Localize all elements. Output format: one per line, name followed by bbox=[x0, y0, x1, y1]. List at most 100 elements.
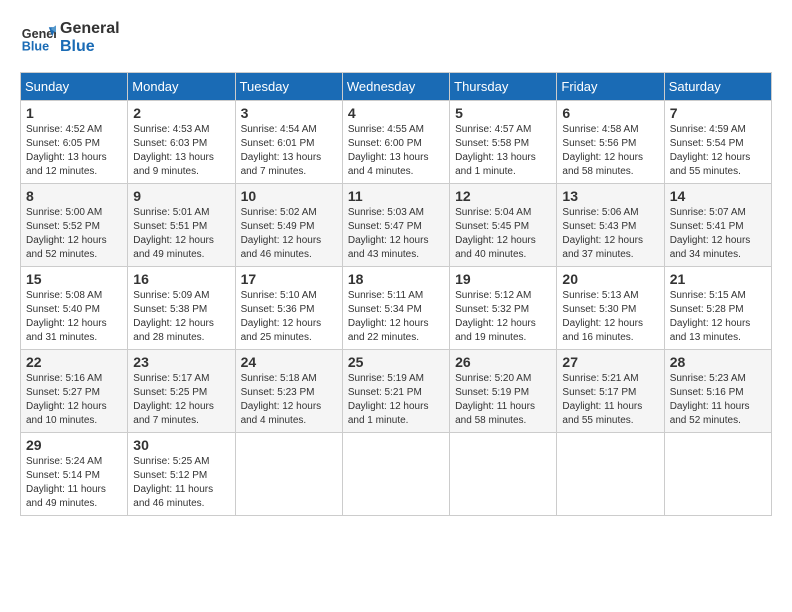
day-cell: 23 Sunrise: 5:17 AM Sunset: 5:25 PM Dayl… bbox=[128, 350, 235, 433]
day-number: 13 bbox=[562, 188, 658, 204]
day-number: 6 bbox=[562, 105, 658, 121]
day-cell bbox=[450, 433, 557, 516]
day-info: Sunrise: 5:06 AM Sunset: 5:43 PM Dayligh… bbox=[562, 206, 658, 262]
day-info: Sunrise: 5:03 AM Sunset: 5:47 PM Dayligh… bbox=[348, 206, 444, 262]
day-cell: 24 Sunrise: 5:18 AM Sunset: 5:23 PM Dayl… bbox=[235, 350, 342, 433]
day-cell: 25 Sunrise: 5:19 AM Sunset: 5:21 PM Dayl… bbox=[342, 350, 449, 433]
day-cell bbox=[342, 433, 449, 516]
day-cell: 7 Sunrise: 4:59 AM Sunset: 5:54 PM Dayli… bbox=[664, 101, 771, 184]
logo-icon: General Blue bbox=[20, 20, 56, 56]
day-info: Sunrise: 5:10 AM Sunset: 5:36 PM Dayligh… bbox=[241, 289, 337, 345]
day-info: Sunrise: 4:59 AM Sunset: 5:54 PM Dayligh… bbox=[670, 123, 766, 179]
week-row-4: 22 Sunrise: 5:16 AM Sunset: 5:27 PM Dayl… bbox=[21, 350, 772, 433]
day-number: 15 bbox=[26, 271, 122, 287]
day-cell: 8 Sunrise: 5:00 AM Sunset: 5:52 PM Dayli… bbox=[21, 184, 128, 267]
day-cell: 18 Sunrise: 5:11 AM Sunset: 5:34 PM Dayl… bbox=[342, 267, 449, 350]
day-info: Sunrise: 5:17 AM Sunset: 5:25 PM Dayligh… bbox=[133, 372, 229, 428]
day-cell: 20 Sunrise: 5:13 AM Sunset: 5:30 PM Dayl… bbox=[557, 267, 664, 350]
day-info: Sunrise: 5:07 AM Sunset: 5:41 PM Dayligh… bbox=[670, 206, 766, 262]
day-info: Sunrise: 5:24 AM Sunset: 5:14 PM Dayligh… bbox=[26, 455, 122, 511]
day-number: 23 bbox=[133, 354, 229, 370]
day-number: 1 bbox=[26, 105, 122, 121]
weekday-header-thursday: Thursday bbox=[450, 73, 557, 101]
day-number: 18 bbox=[348, 271, 444, 287]
day-info: Sunrise: 5:08 AM Sunset: 5:40 PM Dayligh… bbox=[26, 289, 122, 345]
day-cell: 10 Sunrise: 5:02 AM Sunset: 5:49 PM Dayl… bbox=[235, 184, 342, 267]
day-info: Sunrise: 5:19 AM Sunset: 5:21 PM Dayligh… bbox=[348, 372, 444, 428]
weekday-header-tuesday: Tuesday bbox=[235, 73, 342, 101]
day-cell: 19 Sunrise: 5:12 AM Sunset: 5:32 PM Dayl… bbox=[450, 267, 557, 350]
day-number: 19 bbox=[455, 271, 551, 287]
day-number: 17 bbox=[241, 271, 337, 287]
weekday-header-friday: Friday bbox=[557, 73, 664, 101]
day-number: 5 bbox=[455, 105, 551, 121]
day-info: Sunrise: 5:20 AM Sunset: 5:19 PM Dayligh… bbox=[455, 372, 551, 428]
day-cell: 9 Sunrise: 5:01 AM Sunset: 5:51 PM Dayli… bbox=[128, 184, 235, 267]
day-cell: 14 Sunrise: 5:07 AM Sunset: 5:41 PM Dayl… bbox=[664, 184, 771, 267]
day-cell: 26 Sunrise: 5:20 AM Sunset: 5:19 PM Dayl… bbox=[450, 350, 557, 433]
day-info: Sunrise: 4:53 AM Sunset: 6:03 PM Dayligh… bbox=[133, 123, 229, 179]
day-cell: 22 Sunrise: 5:16 AM Sunset: 5:27 PM Dayl… bbox=[21, 350, 128, 433]
day-cell: 17 Sunrise: 5:10 AM Sunset: 5:36 PM Dayl… bbox=[235, 267, 342, 350]
day-info: Sunrise: 5:23 AM Sunset: 5:16 PM Dayligh… bbox=[670, 372, 766, 428]
weekday-header-row: SundayMondayTuesdayWednesdayThursdayFrid… bbox=[21, 73, 772, 101]
logo: General Blue General Blue bbox=[20, 20, 120, 56]
day-info: Sunrise: 4:58 AM Sunset: 5:56 PM Dayligh… bbox=[562, 123, 658, 179]
day-info: Sunrise: 5:02 AM Sunset: 5:49 PM Dayligh… bbox=[241, 206, 337, 262]
week-row-3: 15 Sunrise: 5:08 AM Sunset: 5:40 PM Dayl… bbox=[21, 267, 772, 350]
weekday-header-saturday: Saturday bbox=[664, 73, 771, 101]
day-number: 14 bbox=[670, 188, 766, 204]
day-number: 25 bbox=[348, 354, 444, 370]
day-number: 2 bbox=[133, 105, 229, 121]
day-info: Sunrise: 5:16 AM Sunset: 5:27 PM Dayligh… bbox=[26, 372, 122, 428]
day-info: Sunrise: 5:12 AM Sunset: 5:32 PM Dayligh… bbox=[455, 289, 551, 345]
day-info: Sunrise: 4:57 AM Sunset: 5:58 PM Dayligh… bbox=[455, 123, 551, 179]
day-number: 12 bbox=[455, 188, 551, 204]
day-cell: 27 Sunrise: 5:21 AM Sunset: 5:17 PM Dayl… bbox=[557, 350, 664, 433]
day-number: 3 bbox=[241, 105, 337, 121]
logo-general: General bbox=[60, 20, 120, 38]
day-number: 22 bbox=[26, 354, 122, 370]
logo-blue: Blue bbox=[60, 38, 120, 56]
day-cell: 21 Sunrise: 5:15 AM Sunset: 5:28 PM Dayl… bbox=[664, 267, 771, 350]
day-cell: 16 Sunrise: 5:09 AM Sunset: 5:38 PM Dayl… bbox=[128, 267, 235, 350]
day-cell: 11 Sunrise: 5:03 AM Sunset: 5:47 PM Dayl… bbox=[342, 184, 449, 267]
day-cell bbox=[664, 433, 771, 516]
day-info: Sunrise: 5:01 AM Sunset: 5:51 PM Dayligh… bbox=[133, 206, 229, 262]
day-cell bbox=[557, 433, 664, 516]
day-cell: 2 Sunrise: 4:53 AM Sunset: 6:03 PM Dayli… bbox=[128, 101, 235, 184]
day-cell: 29 Sunrise: 5:24 AM Sunset: 5:14 PM Dayl… bbox=[21, 433, 128, 516]
day-number: 24 bbox=[241, 354, 337, 370]
day-number: 4 bbox=[348, 105, 444, 121]
weekday-header-sunday: Sunday bbox=[21, 73, 128, 101]
day-info: Sunrise: 5:25 AM Sunset: 5:12 PM Dayligh… bbox=[133, 455, 229, 511]
svg-text:Blue: Blue bbox=[22, 40, 49, 54]
day-info: Sunrise: 5:04 AM Sunset: 5:45 PM Dayligh… bbox=[455, 206, 551, 262]
day-number: 28 bbox=[670, 354, 766, 370]
day-number: 26 bbox=[455, 354, 551, 370]
day-number: 7 bbox=[670, 105, 766, 121]
day-cell: 4 Sunrise: 4:55 AM Sunset: 6:00 PM Dayli… bbox=[342, 101, 449, 184]
day-number: 21 bbox=[670, 271, 766, 287]
day-info: Sunrise: 5:21 AM Sunset: 5:17 PM Dayligh… bbox=[562, 372, 658, 428]
day-number: 16 bbox=[133, 271, 229, 287]
day-info: Sunrise: 5:09 AM Sunset: 5:38 PM Dayligh… bbox=[133, 289, 229, 345]
day-cell: 15 Sunrise: 5:08 AM Sunset: 5:40 PM Dayl… bbox=[21, 267, 128, 350]
week-row-5: 29 Sunrise: 5:24 AM Sunset: 5:14 PM Dayl… bbox=[21, 433, 772, 516]
day-cell: 30 Sunrise: 5:25 AM Sunset: 5:12 PM Dayl… bbox=[128, 433, 235, 516]
header: General Blue General Blue bbox=[20, 20, 772, 56]
day-info: Sunrise: 4:52 AM Sunset: 6:05 PM Dayligh… bbox=[26, 123, 122, 179]
day-cell: 1 Sunrise: 4:52 AM Sunset: 6:05 PM Dayli… bbox=[21, 101, 128, 184]
week-row-1: 1 Sunrise: 4:52 AM Sunset: 6:05 PM Dayli… bbox=[21, 101, 772, 184]
day-cell bbox=[235, 433, 342, 516]
day-cell: 6 Sunrise: 4:58 AM Sunset: 5:56 PM Dayli… bbox=[557, 101, 664, 184]
calendar: SundayMondayTuesdayWednesdayThursdayFrid… bbox=[20, 72, 772, 516]
day-number: 27 bbox=[562, 354, 658, 370]
day-info: Sunrise: 5:18 AM Sunset: 5:23 PM Dayligh… bbox=[241, 372, 337, 428]
weekday-header-monday: Monday bbox=[128, 73, 235, 101]
day-info: Sunrise: 5:13 AM Sunset: 5:30 PM Dayligh… bbox=[562, 289, 658, 345]
day-number: 8 bbox=[26, 188, 122, 204]
weekday-header-wednesday: Wednesday bbox=[342, 73, 449, 101]
day-cell: 3 Sunrise: 4:54 AM Sunset: 6:01 PM Dayli… bbox=[235, 101, 342, 184]
day-number: 30 bbox=[133, 437, 229, 453]
